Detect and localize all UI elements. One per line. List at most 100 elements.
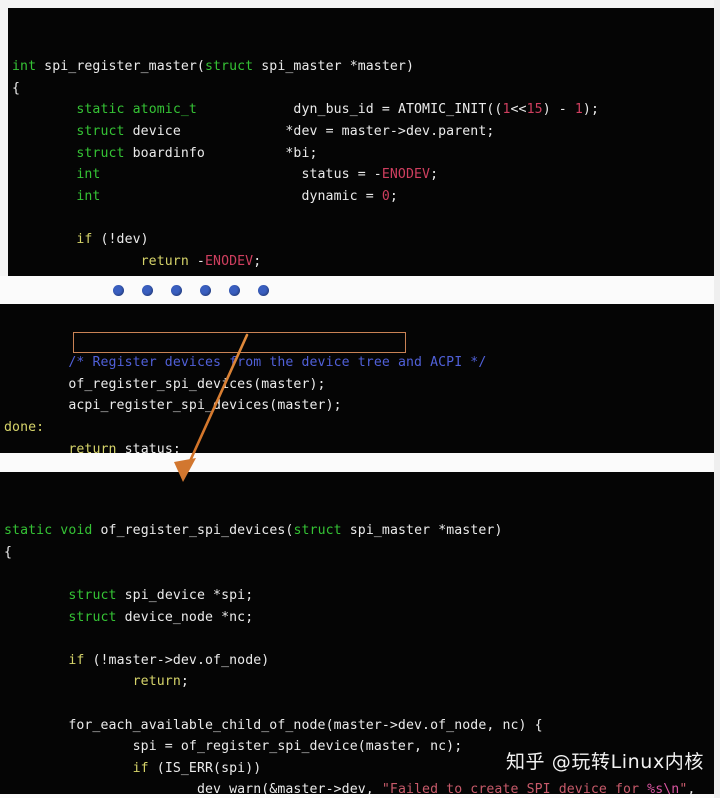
separator-dot (171, 284, 182, 296)
code-line: struct device *dev = master->dev.parent; (12, 121, 714, 143)
page-frame-top (0, 0, 720, 8)
code-line: int dynamic = 0; (12, 186, 714, 208)
code-token: *bi; (204, 145, 318, 161)
code-token: dev_warn(&master->dev, (4, 782, 382, 794)
code-token: return (68, 441, 117, 453)
code-lines: /* Register devices from the device tree… (0, 347, 714, 453)
code-token: status = - (100, 167, 382, 183)
code-line: int status = -ENODEV; (12, 164, 714, 186)
code-token: if (76, 231, 93, 247)
code-token: ; (430, 167, 439, 183)
code-line: if (!dev) (12, 229, 714, 251)
code-token: (IS_ERR(spi)) (148, 760, 262, 776)
code-token: *dev = master->dev.parent; (180, 123, 495, 139)
code-token: spi_master *master) (341, 523, 503, 539)
code-token: 15 (526, 102, 543, 118)
code-line: return status; (4, 439, 714, 453)
code-token: ; (180, 674, 189, 690)
code-token: return (140, 253, 189, 269)
code-token: ENODEV (381, 167, 431, 183)
code-line: if (!master->dev.of_node) (4, 650, 714, 672)
code-token: device_node *nc; (116, 609, 254, 625)
code-token: of_register_spi_devices(master); (4, 376, 326, 392)
code-token: struct (204, 59, 254, 75)
code-token: struct (68, 609, 117, 625)
code-token: void (60, 523, 93, 539)
code-token: dynamic = (100, 188, 382, 204)
code-line: { (4, 542, 714, 564)
code-token: , (687, 782, 696, 794)
code-token: 1 (502, 102, 511, 118)
code-token: 1 (574, 102, 583, 118)
code-token: spi = of_register_spi_device(master, nc)… (4, 739, 463, 755)
code-token: if (132, 760, 149, 776)
code-line: dev_warn(&master->dev, "Failed to create… (4, 779, 714, 794)
page-frame-right (714, 0, 720, 798)
code-token: struct (68, 587, 117, 603)
separator-dot (200, 284, 211, 296)
page-frame-left (0, 0, 8, 276)
code-token: for_each_available_child_of_node(master-… (4, 717, 543, 733)
separator-dot (113, 284, 124, 296)
code-line: return; (4, 671, 714, 693)
code-token: /* Register devices from the device tree… (68, 355, 487, 371)
code-line: /* Register devices from the device tree… (4, 352, 714, 374)
code-token: spi_master *master) (253, 59, 415, 75)
code-lines: int spi_register_master(struct spi_maste… (8, 51, 714, 276)
code-token: int (76, 188, 101, 204)
code-token: dyn_bus_id = ATOMIC_INIT(( (196, 102, 503, 118)
code-line: int spi_register_master(struct spi_maste… (12, 56, 714, 78)
code-token: ; (253, 253, 262, 269)
code-token: status; (116, 441, 181, 453)
code-line: static void of_register_spi_devices(stru… (4, 520, 714, 542)
code-block-of-register-spi-devices: static void of_register_spi_devices(stru… (0, 472, 714, 794)
code-token: 0 (381, 188, 390, 204)
code-token: (!master->dev.of_node) (84, 652, 270, 668)
code-elided-separator (113, 281, 293, 299)
code-line: static atomic_t dyn_bus_id = ATOMIC_INIT… (12, 99, 714, 121)
code-token: - (188, 253, 205, 269)
code-token: (!dev) (92, 231, 149, 247)
code-token: ENODEV (204, 253, 254, 269)
code-token: "Failed to create SPI device for (381, 782, 648, 794)
code-line: { (12, 78, 714, 100)
watermark-text: 知乎 @玩转Linux内核 (505, 751, 704, 773)
code-token: spi_register_master( (36, 59, 205, 75)
code-token: ; (389, 188, 398, 204)
code-token: ); (582, 102, 600, 118)
code-line: struct device_node *nc; (4, 607, 714, 629)
code-line: of_register_spi_devices(master); (4, 374, 714, 396)
code-line: done: (4, 417, 714, 439)
code-token: ) - (542, 102, 575, 118)
code-token: struct (293, 523, 342, 539)
code-token: int (76, 167, 101, 183)
code-line: for_each_available_child_of_node(master-… (4, 715, 714, 737)
code-token: %s\n (647, 782, 680, 794)
code-token: spi_device *spi; (116, 587, 254, 603)
code-token: done: (4, 419, 45, 435)
code-token: atomic_t (132, 102, 197, 118)
code-block-spi-register-master-tail: /* Register devices from the device tree… (0, 304, 714, 453)
code-token: static (76, 102, 125, 118)
code-token: return (132, 674, 181, 690)
code-token: struct (76, 145, 125, 161)
code-token: << (510, 102, 527, 118)
code-token: { (12, 80, 21, 96)
code-token: static (4, 523, 53, 539)
code-token: device (124, 123, 181, 139)
